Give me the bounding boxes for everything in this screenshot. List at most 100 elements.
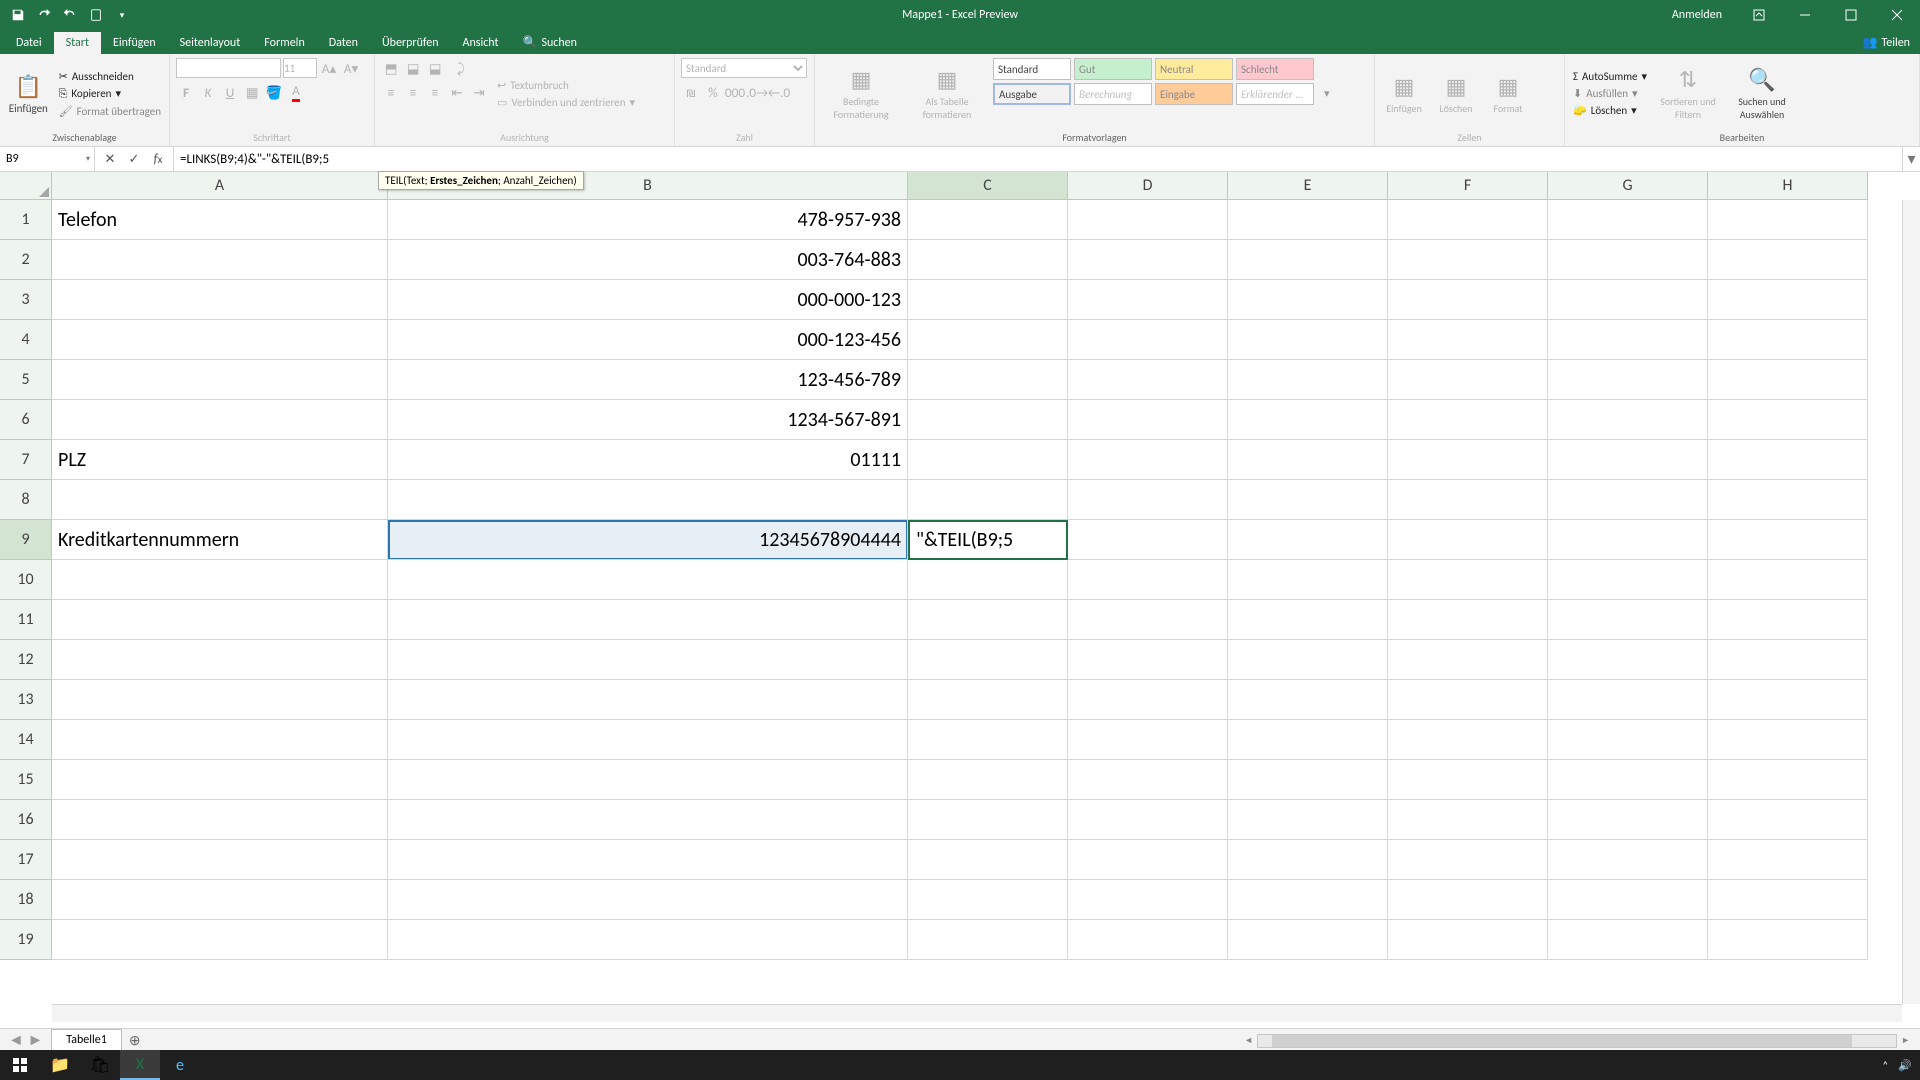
- fill-color-button[interactable]: 🪣: [264, 82, 284, 102]
- cell-G14[interactable]: [1548, 720, 1708, 760]
- tab-einfuegen[interactable]: Einfügen: [101, 32, 168, 54]
- cell-G2[interactable]: [1548, 240, 1708, 280]
- cell-A7[interactable]: PLZ: [52, 440, 388, 480]
- cell-F9[interactable]: [1388, 520, 1548, 560]
- align-right-button[interactable]: ≡: [425, 82, 445, 102]
- row-header-12[interactable]: 12: [0, 640, 52, 680]
- row-header-3[interactable]: 3: [0, 280, 52, 320]
- underline-button[interactable]: U: [220, 82, 240, 102]
- cell-D4[interactable]: [1068, 320, 1228, 360]
- cell-F16[interactable]: [1388, 800, 1548, 840]
- cell-G5[interactable]: [1548, 360, 1708, 400]
- cell-C6[interactable]: [908, 400, 1068, 440]
- tray-volume-icon[interactable]: 🔊: [1898, 1059, 1912, 1072]
- cell-B16[interactable]: [388, 800, 908, 840]
- ribbon-options-icon[interactable]: [1736, 0, 1782, 30]
- increase-decimal-button[interactable]: .0→: [747, 82, 767, 102]
- column-header-H[interactable]: H: [1708, 172, 1868, 200]
- cell-B10[interactable]: [388, 560, 908, 600]
- cell-B4[interactable]: 000-123-456: [388, 320, 908, 360]
- undo-icon[interactable]: [32, 3, 56, 27]
- row-header-8[interactable]: 8: [0, 480, 52, 520]
- cell-G16[interactable]: [1548, 800, 1708, 840]
- cell-F14[interactable]: [1388, 720, 1548, 760]
- cell-B11[interactable]: [388, 600, 908, 640]
- cell-E17[interactable]: [1228, 840, 1388, 880]
- style-neutral[interactable]: Neutral: [1155, 58, 1233, 80]
- start-menu-button[interactable]: [0, 1050, 40, 1080]
- touch-mode-icon[interactable]: [84, 3, 108, 27]
- align-top-button[interactable]: ⬒: [381, 58, 401, 78]
- qat-customize-icon[interactable]: ▾: [110, 3, 134, 27]
- cell-B2[interactable]: 003-764-883: [388, 240, 908, 280]
- tab-formeln[interactable]: Formeln: [252, 32, 316, 54]
- delete-cells-button[interactable]: ▦Löschen: [1433, 58, 1479, 129]
- cell-H5[interactable]: [1708, 360, 1868, 400]
- sort-filter-button[interactable]: ⇅Sortieren und Filtern: [1655, 58, 1721, 129]
- cell-E14[interactable]: [1228, 720, 1388, 760]
- font-name-combo[interactable]: [176, 58, 281, 78]
- align-middle-button[interactable]: ⬓: [403, 58, 423, 78]
- row-header-14[interactable]: 14: [0, 720, 52, 760]
- cell-F19[interactable]: [1388, 920, 1548, 960]
- cell-B8[interactable]: [388, 480, 908, 520]
- tray-chevron-icon[interactable]: ˄: [1882, 1059, 1888, 1072]
- cell-G10[interactable]: [1548, 560, 1708, 600]
- cell-B12[interactable]: [388, 640, 908, 680]
- cell-H7[interactable]: [1708, 440, 1868, 480]
- worksheet-grid[interactable]: ABCDEFGH 12345678910111213141516171819 "…: [0, 172, 1920, 1022]
- formula-bar-expand-button[interactable]: ▾: [1902, 147, 1920, 171]
- cell-B13[interactable]: [388, 680, 908, 720]
- cell-A13[interactable]: [52, 680, 388, 720]
- column-header-F[interactable]: F: [1388, 172, 1548, 200]
- cell-B17[interactable]: [388, 840, 908, 880]
- formula-bar-input[interactable]: =LINKS(B9;4)&"-"&TEIL(B9;5: [174, 147, 1902, 171]
- cell-C14[interactable]: [908, 720, 1068, 760]
- cell-H12[interactable]: [1708, 640, 1868, 680]
- row-header-1[interactable]: 1: [0, 200, 52, 240]
- cell-H16[interactable]: [1708, 800, 1868, 840]
- cell-B6[interactable]: 1234-567-891: [388, 400, 908, 440]
- row-header-13[interactable]: 13: [0, 680, 52, 720]
- find-select-button[interactable]: 🔍Suchen und Auswählen: [1727, 58, 1797, 129]
- row-header-15[interactable]: 15: [0, 760, 52, 800]
- cell-A14[interactable]: [52, 720, 388, 760]
- cell-C15[interactable]: [908, 760, 1068, 800]
- cell-C12[interactable]: [908, 640, 1068, 680]
- taskbar-file-explorer[interactable]: 📁: [40, 1050, 80, 1080]
- fill-button[interactable]: ⬇Ausfüllen ▾: [1571, 86, 1649, 101]
- cell-H10[interactable]: [1708, 560, 1868, 600]
- cell-D19[interactable]: [1068, 920, 1228, 960]
- cell-F1[interactable]: [1388, 200, 1548, 240]
- row-header-19[interactable]: 19: [0, 920, 52, 960]
- tab-ansicht[interactable]: Ansicht: [451, 32, 511, 54]
- cell-C10[interactable]: [908, 560, 1068, 600]
- cell-H17[interactable]: [1708, 840, 1868, 880]
- row-header-10[interactable]: 10: [0, 560, 52, 600]
- cell-B15[interactable]: [388, 760, 908, 800]
- style-berechnung[interactable]: Berechnung: [1074, 83, 1152, 105]
- cell-E7[interactable]: [1228, 440, 1388, 480]
- column-header-G[interactable]: G: [1548, 172, 1708, 200]
- cell-E12[interactable]: [1228, 640, 1388, 680]
- style-standard[interactable]: Standard: [993, 58, 1071, 80]
- cell-A17[interactable]: [52, 840, 388, 880]
- cell-A2[interactable]: [52, 240, 388, 280]
- cell-G7[interactable]: [1548, 440, 1708, 480]
- cell-E6[interactable]: [1228, 400, 1388, 440]
- sheet-nav-buttons[interactable]: ◄ ►: [0, 1029, 51, 1052]
- column-header-A[interactable]: A: [52, 172, 388, 200]
- cell-F4[interactable]: [1388, 320, 1548, 360]
- cell-D17[interactable]: [1068, 840, 1228, 880]
- cell-C8[interactable]: [908, 480, 1068, 520]
- cell-H19[interactable]: [1708, 920, 1868, 960]
- tab-seitenlayout[interactable]: Seitenlayout: [168, 32, 253, 54]
- tab-datei[interactable]: Datei: [4, 32, 54, 54]
- italic-button[interactable]: K: [198, 82, 218, 102]
- copy-button[interactable]: ⎘Kopieren ▾: [57, 86, 163, 102]
- cell-H6[interactable]: [1708, 400, 1868, 440]
- conditional-formatting-button[interactable]: ▦ Bedingte Formatierung: [821, 58, 901, 129]
- clear-button[interactable]: 🧽Löschen ▾: [1571, 103, 1649, 118]
- cell-G13[interactable]: [1548, 680, 1708, 720]
- style-eingabe[interactable]: Eingabe: [1155, 83, 1233, 105]
